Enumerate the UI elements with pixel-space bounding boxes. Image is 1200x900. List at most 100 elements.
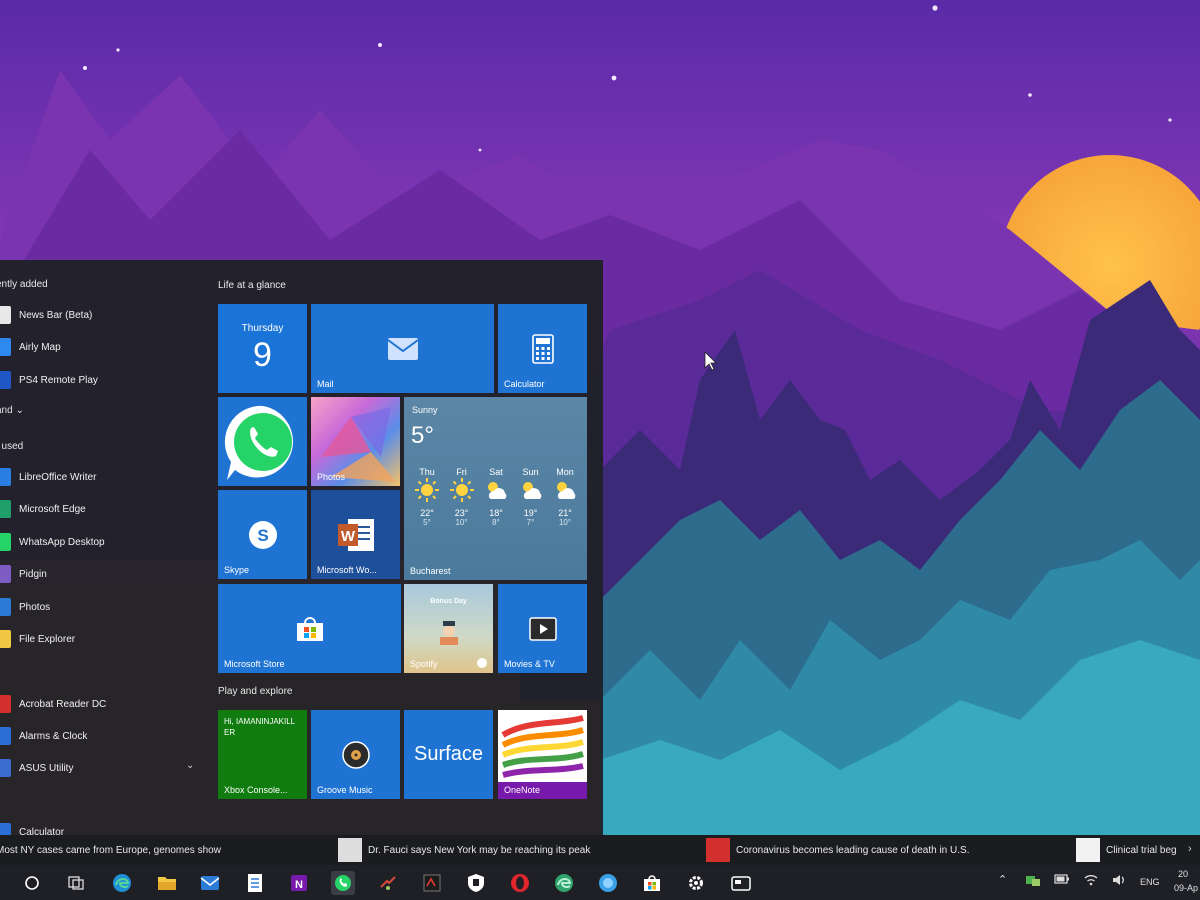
forecast-day-name: Fri [456,467,467,477]
app-item-microsoft-edge[interactable]: Microsoft Edge [0,494,200,524]
app-item-photos[interactable]: Photos [0,592,200,622]
tile-photos[interactable]: Photos [311,397,400,486]
document-icon[interactable] [243,871,267,895]
mail-icon[interactable] [198,871,222,895]
forecast-low: 10° [558,518,572,527]
forecast-high: 22° [420,508,434,518]
airly-map-icon [0,338,11,356]
task-view-icon[interactable] [64,871,88,895]
expand-button[interactable]: and ⌄ [0,405,24,416]
app-label: File Explorer [19,633,76,645]
app-item-asus-utility[interactable]: ASUS Utility [0,753,200,783]
file-explorer-icon[interactable] [155,871,179,895]
news-bar-icon[interactable] [729,871,753,895]
app-item-news-bar[interactable]: News Bar (Beta) [0,300,200,330]
partly-cloudy-icon [522,482,541,499]
svg-text:S: S [257,526,268,545]
libreoffice-writer-icon [0,468,11,486]
tile-label: Xbox Console... [224,785,288,795]
tile-calendar[interactable]: Thursday 9 [218,304,307,393]
chevron-down-icon[interactable]: ⌄ [186,760,194,771]
shield-icon[interactable] [464,871,488,895]
tile-movies-tv[interactable]: Movies & TV [498,584,587,673]
app-item-acrobat[interactable]: Acrobat Reader DC [0,689,200,719]
news-headline-text: Coronavirus becomes leading cause of dea… [736,844,970,856]
network-app-icon[interactable] [1025,873,1041,889]
tile-mail[interactable]: Mail [311,304,494,393]
app-item-pidgin[interactable]: Pidgin [0,559,200,589]
file-explorer-icon [0,630,11,648]
pidgin-icon [0,565,11,583]
asus-utility-icon [0,759,11,777]
app-item-alarms-clock[interactable]: Alarms & Clock [0,721,200,751]
start-menu: ently added News Bar (Beta) Airly Map PS… [0,260,603,841]
mail-icon [311,304,494,393]
chevron-up-icon[interactable]: ⌃ [998,873,1007,886]
news-headline-text: Dr. Fauci says New York may be reaching … [368,844,591,856]
volume-icon[interactable] [1111,873,1127,889]
tile-surface[interactable]: Surface [404,710,493,799]
language-indicator[interactable]: ENG [1140,877,1160,887]
sunny-icon [449,478,474,502]
ps4-remote-play-icon [0,371,11,389]
tile-whatsapp[interactable] [218,397,307,486]
app-icon[interactable] [376,871,400,895]
svg-text:N: N [295,879,303,891]
onenote-icon[interactable]: N [287,871,311,895]
tile-label: Mail [317,379,334,389]
forecast-high: 18° [489,508,503,518]
tile-microsoft-store[interactable]: Microsoft Store [218,584,401,673]
tile-groove-music[interactable]: Groove Music [311,710,400,799]
news-headline[interactable]: Clinical trial beg [1076,835,1177,865]
opera-icon[interactable] [508,871,532,895]
tile-calculator[interactable]: Calculator [498,304,587,393]
surface-wordmark: Surface [414,743,483,765]
terminal-icon[interactable] [420,871,444,895]
app-item-whatsapp[interactable]: WhatsApp Desktop [0,527,200,557]
forecast-day-name: Sun [522,467,539,477]
tile-onenote[interactable]: OneNote [498,710,587,799]
chevron-right-icon[interactable]: › [1188,843,1192,855]
forecast-day-name: Sat [489,467,503,477]
tile-label: Calculator [504,379,545,389]
tile-label: Spotify [410,659,438,669]
tile-xbox[interactable]: Hi, IAMANINJAKILLER Xbox Console... [218,710,307,799]
whatsapp-icon[interactable] [331,871,355,895]
news-headline[interactable]: Coronavirus becomes leading cause of dea… [706,835,969,865]
wifi-icon[interactable] [1083,873,1099,889]
app-label: News Bar (Beta) [19,309,93,321]
spotify-banner: Bonus Day [430,598,467,605]
taskbar: N ⌃ ENG 20 09-Ap [0,865,1200,900]
settings-gear-icon[interactable] [684,871,708,895]
app-item-ps4-remote-play[interactable]: PS4 Remote Play [0,365,200,395]
app-label: Acrobat Reader DC [19,698,107,710]
app-item-airly-map[interactable]: Airly Map [0,332,200,362]
tile-label: Movies & TV [504,659,555,669]
edge-icon[interactable] [110,871,134,895]
clock-date[interactable]: 09-Ap [1174,883,1198,893]
app-item-libreoffice-writer[interactable]: LibreOffice Writer [0,462,200,492]
forecast-day: Thu 22° 5° [410,467,444,527]
most-used-header: t used [0,441,24,452]
weather-condition: Sunny [412,405,438,415]
forecast-low: 10° [455,518,468,527]
photos-icon [0,598,11,616]
tile-skype[interactable]: S Skype [218,490,307,579]
weather-city: Bucharest [410,566,451,576]
app-label: Microsoft Edge [19,503,86,515]
app-label: WhatsApp Desktop [19,536,105,548]
edge-dev-icon[interactable] [552,871,576,895]
tile-weather[interactable]: Sunny 5° Thu 22° 5° Fri 23° 10° Sat 18° … [404,397,587,580]
app-item-file-explorer[interactable]: File Explorer [0,624,200,654]
news-headline[interactable]: Most NY cases came from Europe, genomes … [0,835,221,865]
search-icon[interactable] [20,871,44,895]
store-icon[interactable] [640,871,664,895]
tile-word[interactable]: W Microsoft Wo... [311,490,400,579]
forecast-day: Sun 19° 7° [514,467,548,527]
news-headline[interactable]: Dr. Fauci says New York may be reaching … [338,835,590,865]
clock-time[interactable]: 20 [1178,869,1188,879]
browser-icon[interactable] [596,871,620,895]
app-label: PS4 Remote Play [19,374,98,386]
battery-icon[interactable] [1054,873,1070,887]
tile-spotify[interactable]: Bonus Day Spotify [404,584,493,673]
